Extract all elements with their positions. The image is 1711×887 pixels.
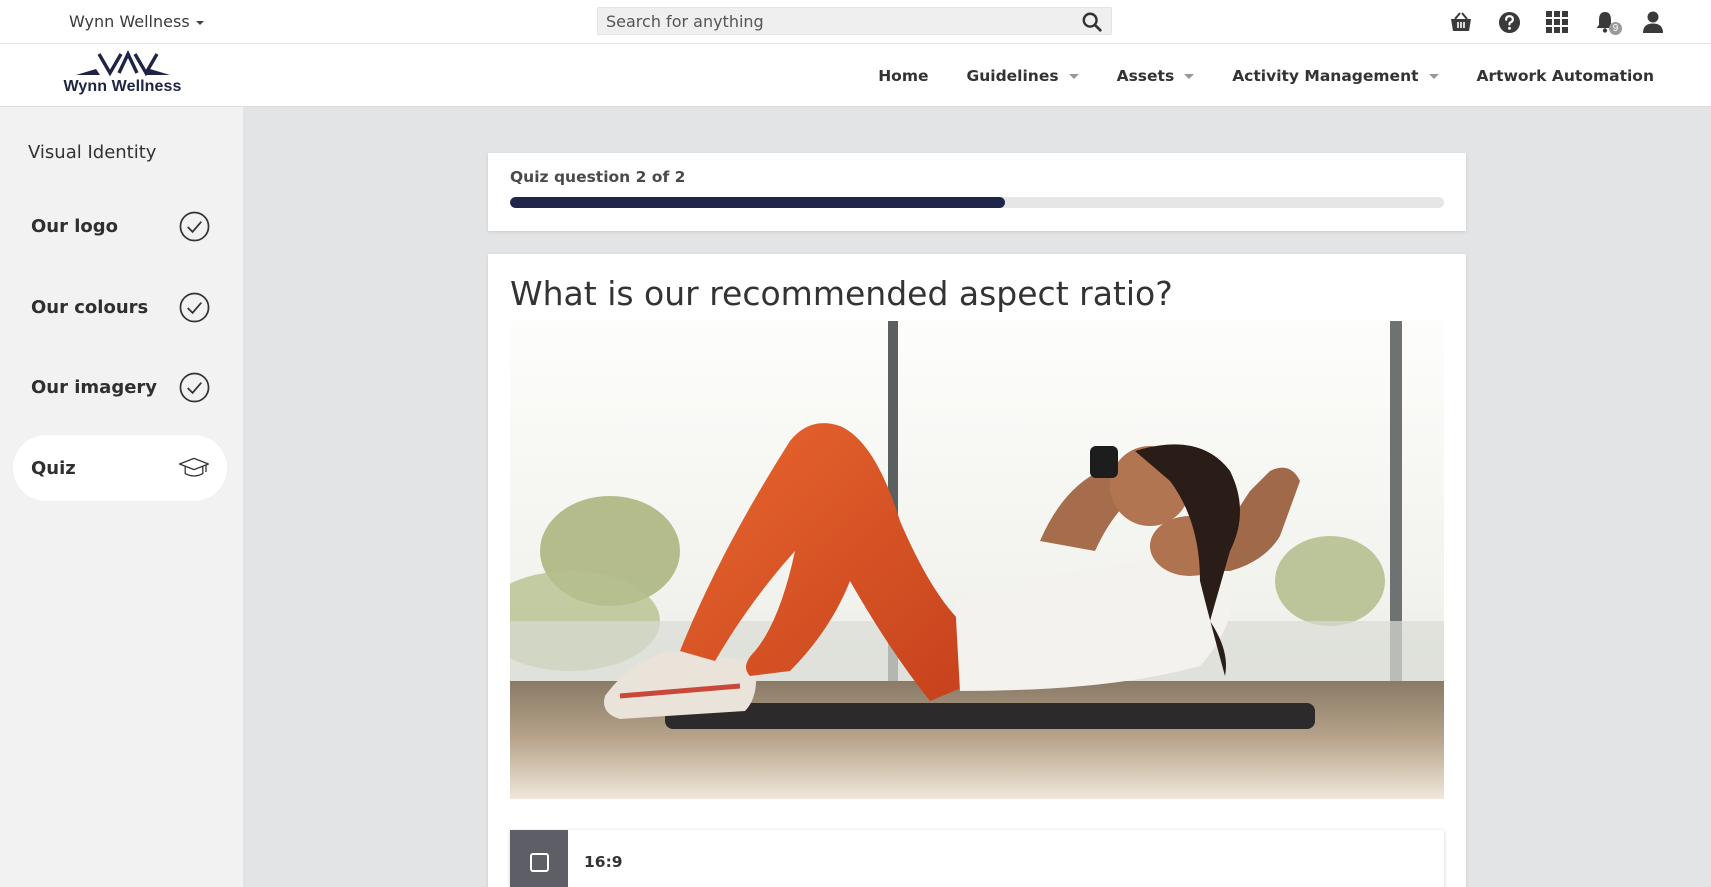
brand-logo[interactable]: Wynn Wellness	[60, 50, 185, 102]
quiz-answer-option[interactable]: 16:9	[510, 830, 1444, 887]
sidebar-item-label: Our imagery	[31, 376, 158, 398]
nav-guidelines[interactable]: Guidelines	[967, 67, 1079, 85]
quiz-progress-card: Quiz question 2 of 2	[488, 153, 1466, 231]
sidebar-item-quiz[interactable]: Quiz	[13, 435, 227, 501]
user-profile-icon[interactable]	[1640, 9, 1666, 35]
primary-nav: Home Guidelines Assets Activity Manageme…	[878, 44, 1654, 107]
top-icon-bar: 9	[1448, 9, 1666, 35]
nav-activity-management-label: Activity Management	[1232, 66, 1419, 85]
nav-artwork-automation-label: Artwork Automation	[1476, 66, 1654, 85]
answer-checkbox[interactable]	[510, 830, 568, 887]
sidebar-item-label: Our colours	[31, 296, 149, 318]
search-bar	[597, 7, 1112, 35]
chevron-down-icon	[1068, 74, 1079, 79]
top-bar: Wynn Wellness Search for anything 9	[0, 0, 1711, 44]
chevron-down-icon	[195, 20, 204, 25]
sidebar-heading: Visual Identity	[28, 142, 157, 163]
brand-switcher[interactable]: Wynn Wellness	[69, 12, 204, 31]
check-circle-icon	[178, 291, 210, 323]
logo-wordmark: Wynn Wellness	[63, 78, 182, 95]
nav-guidelines-label: Guidelines	[966, 66, 1059, 85]
sidebar-item-label: Our logo	[31, 215, 119, 237]
sidebar-item-our-logo[interactable]: Our logo	[13, 193, 227, 259]
quiz-question-title: What is our recommended aspect ratio?	[510, 274, 1173, 313]
search-icon[interactable]	[1081, 11, 1103, 33]
quiz-progress-label: Quiz question 2 of 2	[510, 168, 686, 186]
nav-home-label: Home	[878, 66, 929, 85]
quiz-progress-fill	[510, 197, 1006, 208]
sidebar-item-our-imagery[interactable]: Our imagery	[13, 354, 227, 420]
quiz-question-image	[510, 321, 1444, 799]
quiz-progress-bar	[510, 197, 1444, 208]
graduation-cap-icon	[178, 452, 210, 484]
search-input[interactable]	[598, 8, 1068, 34]
main-nav-bar: Wynn Wellness Home Guidelines Assets Act…	[0, 44, 1711, 107]
chevron-down-icon	[1184, 74, 1195, 79]
checkbox-square-icon	[529, 852, 549, 872]
logo-mark-icon	[75, 50, 170, 77]
check-circle-icon	[178, 371, 210, 403]
help-icon[interactable]	[1496, 9, 1522, 35]
nav-assets[interactable]: Assets	[1117, 67, 1195, 85]
chevron-down-icon	[1428, 74, 1439, 79]
answer-option-label: 16:9	[584, 853, 623, 871]
brand-switcher-label: Wynn Wellness	[69, 12, 190, 31]
basket-icon[interactable]	[1448, 9, 1474, 35]
nav-assets-label: Assets	[1116, 66, 1175, 85]
notification-count-badge: 9	[1609, 22, 1622, 35]
check-circle-icon	[178, 210, 210, 242]
sidebar-item-our-colours[interactable]: Our colours	[13, 274, 227, 340]
quiz-question-card: What is our recommended aspect ratio? 16…	[488, 254, 1466, 887]
sidebar: Visual Identity Our logo Our colours Our…	[0, 107, 243, 887]
nav-activity-management[interactable]: Activity Management	[1232, 66, 1439, 85]
sidebar-item-label: Quiz	[31, 457, 76, 479]
nav-home[interactable]: Home	[878, 67, 928, 85]
apps-grid-icon[interactable]	[1544, 9, 1570, 35]
notification-bell-icon[interactable]: 9	[1592, 9, 1622, 35]
nav-artwork-automation[interactable]: Artwork Automation	[1477, 67, 1654, 85]
